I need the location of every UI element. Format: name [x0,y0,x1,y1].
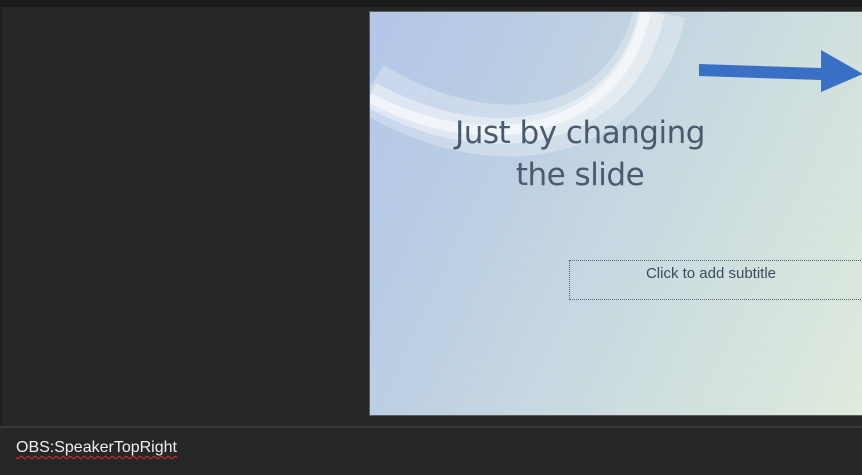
subtitle-placeholder-text: Click to add subtitle [645,265,777,282]
top-bar [0,0,862,7]
slide-title-line-2: the slide [515,157,645,193]
slide-title[interactable]: Just by changing the slide [410,112,750,196]
slide-title-line-1: Just by changing [455,115,705,151]
speaker-notes-text[interactable]: OBS:SpeakerTopRight [16,439,177,457]
subtitle-placeholder[interactable]: Click to add subtitle [569,260,862,300]
right-arrow-icon[interactable] [697,48,862,94]
thumbnail-pane[interactable] [0,7,368,427]
slide-canvas[interactable]: Just by changing the slide Click to add … [369,11,862,416]
speaker-notes-pane[interactable]: OBS:SpeakerTopRight [0,428,862,475]
